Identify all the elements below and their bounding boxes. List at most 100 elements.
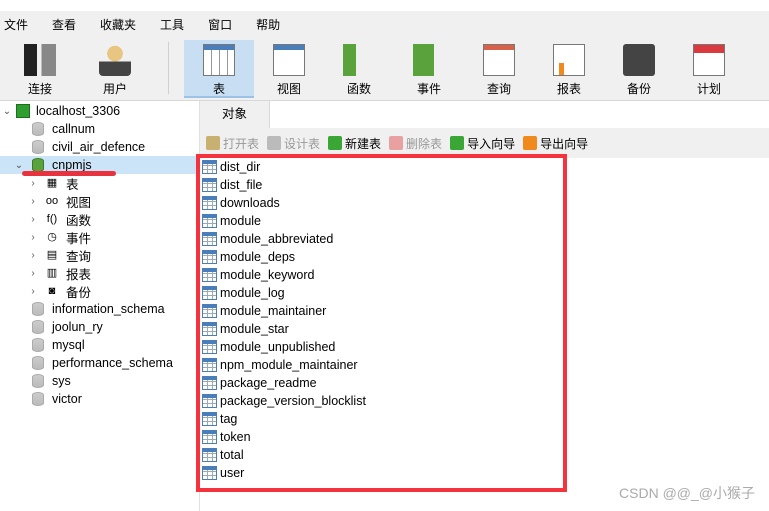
- user-icon: [99, 44, 131, 76]
- toolbar-label: 表: [212, 82, 225, 96]
- table-item[interactable]: npm_module_maintainer: [202, 356, 358, 374]
- toolbar-button-schedule[interactable]: 计划: [674, 40, 744, 98]
- tree-database[interactable]: information_schema: [32, 300, 165, 318]
- table-icon: [202, 430, 217, 444]
- chevron-down-icon[interactable]: ⌄: [14, 160, 24, 171]
- table-icon: [202, 322, 217, 336]
- tree-node-function[interactable]: › f() 函数: [28, 210, 91, 228]
- menu-item[interactable]: 文件: [4, 16, 28, 33]
- tree-node-table[interactable]: › ▦ 表: [28, 174, 78, 192]
- table-name: module_maintainer: [220, 304, 327, 318]
- tree-database[interactable]: callnum: [32, 120, 95, 138]
- tree-node-backup[interactable]: › ◙ 备份: [28, 282, 91, 300]
- menu-item[interactable]: 收藏夹: [100, 16, 136, 33]
- function-icon: [343, 44, 375, 76]
- tree-database[interactable]: civil_air_defence: [32, 138, 145, 156]
- chevron-right-icon[interactable]: ›: [28, 214, 38, 225]
- watermark: CSDN @@_@小猴子: [619, 485, 755, 501]
- table-name: module_log: [220, 286, 285, 300]
- table-icon: [202, 340, 217, 354]
- table-item[interactable]: module_abbreviated: [202, 230, 333, 248]
- toolbar-button-backup[interactable]: 备份: [604, 40, 674, 98]
- toolbar-button-user[interactable]: 用户: [80, 40, 150, 98]
- connection-name: localhost_3306: [36, 104, 121, 118]
- table-item[interactable]: module: [202, 212, 261, 230]
- table-item[interactable]: dist_file: [202, 176, 262, 194]
- table-name: tag: [220, 412, 238, 426]
- tree-node-label: 报表: [66, 267, 92, 282]
- button-label: 新建表: [345, 136, 382, 151]
- tree-database[interactable]: joolun_ry: [32, 318, 103, 336]
- tree-database[interactable]: performance_schema: [32, 354, 173, 372]
- object-toolbar-button[interactable]: 删除表: [389, 135, 442, 152]
- table-icon: [202, 196, 217, 210]
- database-name: victor: [52, 392, 82, 406]
- table-item[interactable]: module_star: [202, 320, 289, 338]
- tree-node-report[interactable]: › ▥ 报表: [28, 264, 91, 282]
- tree-database[interactable]: victor: [32, 390, 82, 408]
- table-item[interactable]: module_deps: [202, 248, 295, 266]
- connection-tree: ⌄ localhost_3306callnum civil_air_defence ⌄…: [0, 101, 200, 511]
- toolbar-button-report[interactable]: 报表: [534, 40, 604, 98]
- table-item[interactable]: module_unpublished: [202, 338, 335, 356]
- database-icon: [32, 320, 44, 334]
- table-item[interactable]: module_keyword: [202, 266, 315, 284]
- button-label: 导出向导: [540, 136, 589, 151]
- table-item[interactable]: total: [202, 446, 244, 464]
- menu-item[interactable]: 帮助: [256, 16, 280, 33]
- table-icon: [202, 358, 217, 372]
- table-item[interactable]: module_log: [202, 284, 285, 302]
- main-toolbar: 连接 用户 表 视图 函数 事件 查询 报表 备份 计划: [0, 38, 769, 101]
- object-toolbar-button[interactable]: 导入向导: [450, 135, 515, 152]
- table-name: module_abbreviated: [220, 232, 334, 246]
- tab-objects[interactable]: 对象: [200, 101, 270, 128]
- chevron-right-icon[interactable]: ›: [28, 178, 38, 189]
- database-name: civil_air_defence: [52, 140, 146, 154]
- chevron-right-icon[interactable]: ›: [28, 286, 38, 297]
- tree-database[interactable]: sys: [32, 372, 71, 390]
- database-name: mysql: [52, 338, 85, 352]
- object-toolbar-button[interactable]: 导出向导: [523, 135, 588, 152]
- tree-database[interactable]: mysql: [32, 336, 85, 354]
- menu-item[interactable]: 查看: [52, 16, 76, 33]
- chevron-down-icon[interactable]: ⌄: [2, 106, 12, 117]
- toolbar-label: 事件: [416, 82, 441, 96]
- table-item[interactable]: package_version_blocklist: [202, 392, 366, 410]
- tree-node-label: 事件: [66, 231, 92, 246]
- chevron-right-icon[interactable]: ›: [28, 250, 38, 261]
- table-item[interactable]: user: [202, 464, 244, 482]
- menu-item[interactable]: 窗口: [208, 16, 232, 33]
- tree-node-query[interactable]: › ▤ 查询: [28, 246, 91, 264]
- toolbar-button-connection[interactable]: 连接: [5, 40, 75, 98]
- table-item[interactable]: tag: [202, 410, 237, 428]
- object-toolbar-button[interactable]: 新建表: [328, 135, 381, 152]
- table-item[interactable]: downloads: [202, 194, 280, 212]
- toolbar-button-table[interactable]: 表: [184, 40, 254, 98]
- menu-item[interactable]: 工具: [160, 16, 184, 33]
- chevron-right-icon[interactable]: ›: [28, 232, 38, 243]
- database-name: information_schema: [52, 302, 165, 316]
- toolbar-button-function[interactable]: 函数: [324, 40, 394, 98]
- table-item[interactable]: dist_dir: [202, 158, 260, 176]
- object-toolbar-icon: [450, 136, 465, 150]
- table-name: module_unpublished: [220, 340, 336, 354]
- table-item[interactable]: token: [202, 428, 251, 446]
- table-name: module: [220, 214, 261, 228]
- table-icon: [202, 394, 217, 408]
- chevron-right-icon[interactable]: ›: [28, 196, 38, 207]
- table-item[interactable]: package_readme: [202, 374, 317, 392]
- object-toolbar-button[interactable]: 打开表: [206, 135, 259, 152]
- table-name: module_keyword: [220, 268, 315, 282]
- toolbar-label: 备份: [626, 82, 651, 96]
- chevron-right-icon[interactable]: ›: [28, 268, 38, 279]
- toolbar-button-event[interactable]: 事件: [394, 40, 464, 98]
- object-toolbar-button[interactable]: 设计表: [267, 135, 320, 152]
- toolbar-button-query[interactable]: 查询: [464, 40, 534, 98]
- tree-node-event[interactable]: › ◷ 事件: [28, 228, 91, 246]
- toolbar-button-view[interactable]: 视图: [254, 40, 324, 98]
- table-item[interactable]: module_maintainer: [202, 302, 326, 320]
- tree-node-view[interactable]: › oo 视图: [28, 192, 91, 210]
- tree-connection[interactable]: ⌄ localhost_3306: [2, 102, 120, 120]
- report-icon: [553, 44, 585, 76]
- button-label: 设计表: [284, 136, 321, 151]
